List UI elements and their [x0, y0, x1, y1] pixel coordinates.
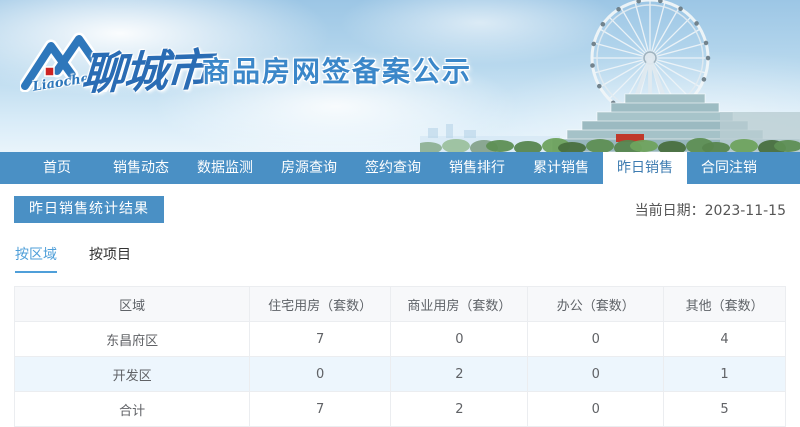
column-header: 住宅用房（套数） [250, 287, 391, 322]
nav-item-4[interactable]: 签约查询 [351, 152, 435, 184]
nav-item-6[interactable]: 累计销售 [519, 152, 603, 184]
stats-header-row: 区域住宅用房（套数）商业用房（套数）办公（套数）其他（套数） [15, 287, 786, 322]
table-cell: 合计 [15, 392, 250, 427]
table-cell: 0 [528, 357, 664, 392]
main-nav: 首页销售动态数据监测房源查询签约查询销售排行累计销售昨日销售合同注销 [0, 152, 800, 184]
table-cell: 5 [664, 392, 786, 427]
current-date: 当前日期：2023-11-15 [635, 200, 786, 220]
table-cell: 7 [250, 322, 391, 357]
table-row: 开发区0201 [15, 357, 786, 392]
table-cell: 2 [391, 392, 528, 427]
table-cell: 0 [528, 392, 664, 427]
table-cell: 开发区 [15, 357, 250, 392]
view-tabs: 按区域 按项目 [14, 244, 786, 273]
banner-scene-illustration [420, 0, 800, 152]
nav-item-0[interactable]: 首页 [15, 152, 99, 184]
table-cell: 0 [250, 357, 391, 392]
table-cell: 1 [664, 357, 786, 392]
nav-item-5[interactable]: 销售排行 [435, 152, 519, 184]
banner: Liaocheng 聊城市 商品房网签备案公示 [0, 0, 800, 152]
section-head: 昨日销售统计结果 当前日期：2023-11-15 [14, 196, 786, 223]
tab-0[interactable]: 按区域 [15, 244, 57, 273]
nav-item-2[interactable]: 数据监测 [183, 152, 267, 184]
section-title: 昨日销售统计结果 [14, 196, 164, 223]
table-cell: 东昌府区 [15, 322, 250, 357]
column-header: 商业用房（套数） [391, 287, 528, 322]
table-cell: 0 [391, 322, 528, 357]
city-name: 聊城市 [80, 34, 210, 102]
nav-item-3[interactable]: 房源查询 [267, 152, 351, 184]
column-header: 其他（套数） [664, 287, 786, 322]
table-row: 东昌府区7004 [15, 322, 786, 357]
table-cell: 7 [250, 392, 391, 427]
table-cell: 4 [664, 322, 786, 357]
nav-item-7[interactable]: 昨日销售 [603, 152, 687, 184]
table-cell: 2 [391, 357, 528, 392]
tab-1[interactable]: 按项目 [89, 244, 131, 273]
stats-table: 区域住宅用房（套数）商业用房（套数）办公（套数）其他（套数） 东昌府区7004开… [14, 286, 786, 427]
content: 昨日销售统计结果 当前日期：2023-11-15 按区域 按项目 区域住宅用房（套… [0, 184, 800, 427]
table-row: 合计7205 [15, 392, 786, 427]
table-cell: 0 [528, 322, 664, 357]
site-title: 商品房网签备案公示 [202, 50, 472, 90]
page: Liaocheng 聊城市 商品房网签备案公示 首页销售动态数据监测房源查询签约… [0, 0, 800, 420]
column-header: 办公（套数） [528, 287, 664, 322]
column-header: 区域 [15, 287, 250, 322]
nav-item-1[interactable]: 销售动态 [99, 152, 183, 184]
nav-item-8[interactable]: 合同注销 [687, 152, 771, 184]
